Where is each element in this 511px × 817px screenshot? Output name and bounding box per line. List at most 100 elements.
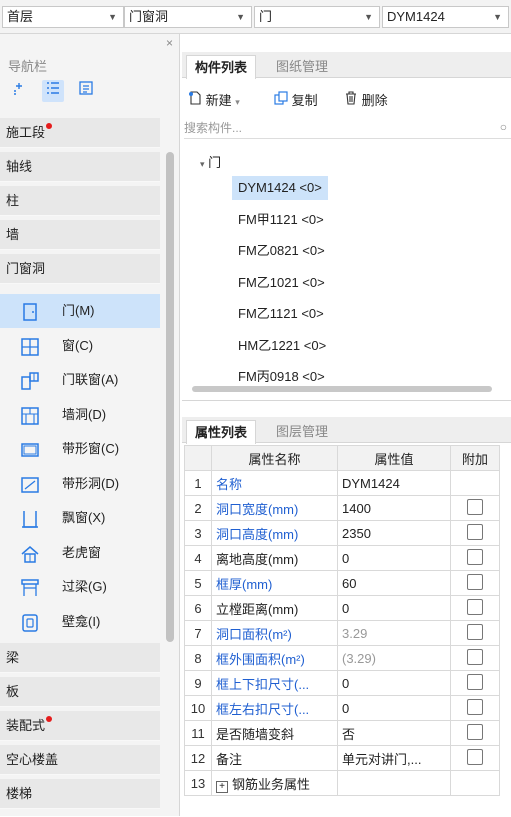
property-row[interactable]: 1 名称 DYM1424 [184, 470, 500, 496]
nav-category[interactable]: 装配式 [0, 711, 160, 741]
extra-checkbox[interactable] [467, 698, 483, 715]
property-row[interactable]: 6 立樘距离(mm) 0 [184, 595, 500, 621]
row-index: 1 [184, 470, 212, 496]
nav-category[interactable]: 轴线 [0, 152, 160, 182]
nav-sub-item[interactable]: 门联窗(A) [0, 363, 160, 397]
nav-sub-item[interactable]: 带形洞(D) [0, 467, 160, 501]
extra-cell [450, 720, 500, 746]
new-button[interactable]: 新建 ▾ [188, 90, 240, 109]
nav-scrollbar[interactable] [166, 152, 174, 642]
nav-category[interactable]: 门窗洞 [0, 254, 160, 284]
extra-checkbox[interactable] [467, 548, 483, 565]
detail-view-icon[interactable] [75, 80, 97, 102]
nav-category-label: 施工段 [6, 125, 46, 140]
nav-category[interactable]: 墙 [0, 220, 160, 250]
property-value[interactable]: (3.29) [337, 645, 451, 671]
delete-button[interactable]: 删除 [344, 90, 388, 109]
property-name-label: 框上下扣尺寸(... [216, 676, 310, 692]
tab-property-list[interactable]: 属性列表 [186, 420, 257, 444]
nav-title: 导航栏 [8, 59, 48, 74]
property-value[interactable]: 否 [337, 720, 451, 746]
property-value[interactable]: 3.29 [337, 620, 451, 646]
extra-checkbox[interactable] [467, 648, 483, 665]
component-select[interactable]: DYM1424 ▼ [382, 6, 509, 28]
property-row[interactable]: 12 备注 单元对讲门,... [184, 745, 500, 771]
nav-category[interactable]: 楼梯 [0, 779, 160, 809]
nav-category[interactable]: 施工段 [0, 118, 160, 148]
property-row[interactable]: 13 + 钢筋业务属性 [184, 770, 500, 796]
extra-checkbox[interactable] [467, 598, 483, 615]
property-name: 离地高度(mm) [211, 545, 338, 571]
property-row[interactable]: 8 框外围面积(m²) (3.29) [184, 645, 500, 671]
nav-category[interactable]: 板 [0, 677, 160, 707]
extra-checkbox[interactable] [467, 523, 483, 540]
copy-button[interactable]: 复制 [274, 90, 318, 109]
property-value[interactable]: 0 [337, 545, 451, 571]
nav-sub-item[interactable]: 过梁(G) [0, 570, 160, 604]
property-row[interactable]: 3 洞口高度(mm) 2350 [184, 520, 500, 546]
nav-sub-item[interactable]: 墙洞(D) [0, 398, 160, 432]
extra-checkbox[interactable] [467, 573, 483, 590]
component-tree-item[interactable]: FM丙0918 <0> [232, 365, 331, 389]
extra-cell [450, 695, 500, 721]
component-tree-item[interactable]: HM乙1221 <0> [232, 334, 332, 358]
nav-sub-item[interactable]: 窗(C) [0, 329, 160, 363]
nav-sub-item[interactable]: 壁龛(I) [0, 605, 160, 639]
property-value[interactable]: 2350 [337, 520, 451, 546]
tab-layer-management[interactable]: 图层管理 [268, 420, 336, 443]
tab-component-list[interactable]: 构件列表 [186, 55, 257, 79]
nav-sub-item[interactable]: 老虎窗 [0, 536, 160, 570]
extra-checkbox[interactable] [467, 673, 483, 690]
property-row[interactable]: 9 框上下扣尺寸(... 0 [184, 670, 500, 696]
type-select[interactable]: 门 ▼ [254, 6, 380, 28]
extra-checkbox[interactable] [467, 498, 483, 515]
component-tree-item[interactable]: FM甲1121 <0> [232, 208, 330, 232]
extra-checkbox[interactable] [467, 748, 483, 765]
property-name: 框上下扣尺寸(... [211, 670, 338, 696]
component-tree-item[interactable]: FM乙1121 <0> [232, 302, 330, 326]
property-value[interactable] [337, 770, 451, 796]
component-tree-item[interactable]: FM乙0821 <0> [232, 239, 331, 263]
notification-dot [46, 123, 53, 129]
property-value[interactable]: 0 [337, 595, 451, 621]
property-value[interactable]: 60 [337, 570, 451, 596]
component-search-input[interactable]: 搜索构件... [184, 118, 511, 139]
property-row[interactable]: 4 离地高度(mm) 0 [184, 545, 500, 571]
property-value[interactable]: 单元对讲门,... [337, 745, 451, 771]
row-index: 4 [184, 545, 212, 571]
nav-sub-item[interactable]: 门(M) [0, 294, 160, 328]
nav-sub-item-label: 门(M) [62, 303, 95, 318]
property-row[interactable]: 2 洞口宽度(mm) 1400 [184, 495, 500, 521]
property-row[interactable]: 10 框左右扣尺寸(... 0 [184, 695, 500, 721]
nav-sub-item[interactable]: 带形窗(C) [0, 432, 160, 466]
expand-icon[interactable]: + [216, 780, 228, 793]
tab-drawing-management[interactable]: 图纸管理 [268, 55, 336, 78]
property-value[interactable]: 0 [337, 670, 451, 696]
component-tree-item[interactable]: FM乙1021 <0> [232, 271, 331, 295]
add-icon[interactable] [8, 81, 30, 103]
row-index: 11 [184, 720, 212, 746]
nav-category[interactable]: 柱 [0, 186, 160, 216]
close-icon[interactable]: × [166, 36, 173, 50]
floor-select[interactable]: 首层 ▼ [2, 6, 124, 28]
property-row[interactable]: 5 框厚(mm) 60 [184, 570, 500, 596]
property-name-label: 离地高度(mm) [216, 551, 299, 567]
property-value[interactable]: DYM1424 [337, 470, 451, 496]
nav-category[interactable]: 梁 [0, 643, 160, 673]
property-value[interactable]: 1400 [337, 495, 451, 521]
list-view-icon[interactable] [41, 80, 64, 102]
extra-checkbox[interactable] [467, 723, 483, 740]
tree-root-node[interactable]: ▾ 门 [200, 152, 221, 171]
door-window-icon [20, 370, 40, 390]
property-row[interactable]: 11 是否随墙变斜 否 [184, 720, 500, 746]
property-value[interactable]: 0 [337, 695, 451, 721]
nav-sub-item-label: 窗(C) [62, 337, 94, 353]
nav-category[interactable]: 空心楼盖 [0, 745, 160, 775]
search-icon[interactable]: ○ [500, 120, 507, 134]
nav-sub-item[interactable]: 飘窗(X) [0, 501, 160, 535]
category-select[interactable]: 门窗洞 ▼ [124, 6, 252, 28]
property-row[interactable]: 7 洞口面积(m²) 3.29 [184, 620, 500, 646]
tree-collapse-icon[interactable]: ▾ [200, 159, 205, 169]
extra-checkbox[interactable] [467, 623, 483, 640]
component-tree-item[interactable]: DYM1424 <0> [232, 176, 328, 200]
